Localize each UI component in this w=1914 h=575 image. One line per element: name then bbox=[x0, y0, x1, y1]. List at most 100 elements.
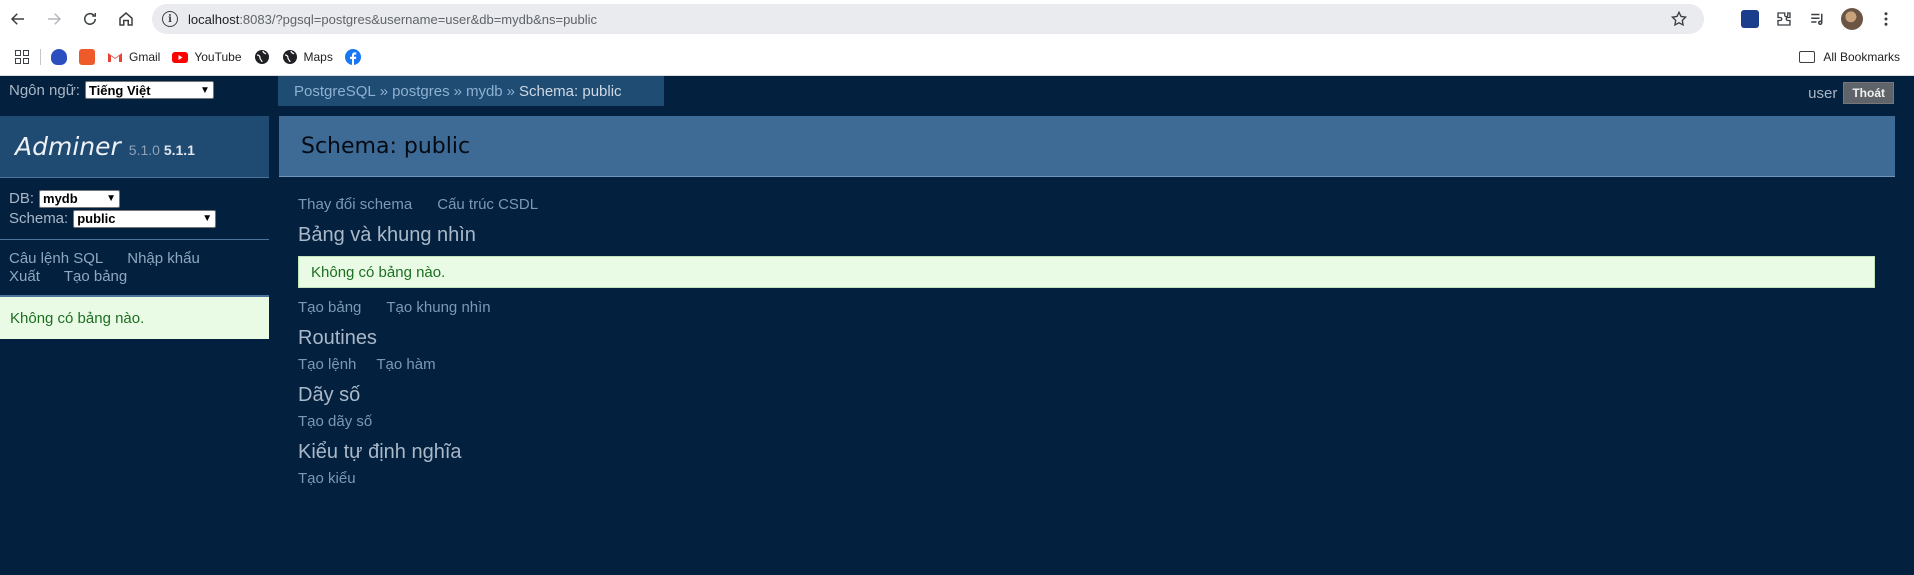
back-button[interactable] bbox=[0, 1, 36, 37]
create-view-link[interactable]: Tạo khung nhìn bbox=[386, 299, 490, 316]
no-tables-message: Không có bảng nào. bbox=[298, 256, 1875, 288]
bookmark-separator bbox=[40, 48, 41, 65]
routines-heading: Routines bbox=[298, 327, 377, 349]
routines-actions: Tạo lệnh Tạo hàm bbox=[298, 356, 1895, 373]
bookmark-globe[interactable] bbox=[248, 43, 276, 71]
create-sequence-link[interactable]: Tạo dãy số bbox=[298, 413, 372, 430]
bookmark-label: Gmail bbox=[129, 49, 161, 64]
breadcrumb-server[interactable]: postgres bbox=[392, 83, 450, 100]
youtube-icon bbox=[172, 51, 189, 63]
menu-button[interactable] bbox=[1872, 5, 1900, 33]
extensions-button[interactable] bbox=[1770, 5, 1798, 33]
chevron-down-icon: ▼ bbox=[200, 84, 210, 96]
sql-command-link[interactable]: Câu lệnh SQL bbox=[9, 250, 103, 267]
forward-button[interactable] bbox=[36, 1, 72, 37]
types-actions: Tạo kiểu bbox=[298, 470, 1895, 487]
adminer-page: Ngôn ngữ: Tiếng Việt ▼ PostgreSQL » post… bbox=[0, 76, 1914, 575]
db-value: mydb bbox=[43, 191, 78, 206]
breadcrumb-separator: » bbox=[379, 82, 389, 100]
sidebar-links: Câu lệnh SQL Nhập khẩu Xuất Tạo bảng bbox=[0, 240, 269, 297]
site-info-icon[interactable]: i bbox=[162, 11, 178, 27]
bookmark-facebook[interactable] bbox=[339, 43, 367, 71]
folder-icon bbox=[1799, 51, 1816, 63]
arrow-right-icon bbox=[48, 13, 62, 25]
create-table-link[interactable]: Tạo bảng bbox=[64, 268, 127, 285]
orange-shopping-icon bbox=[79, 48, 95, 65]
export-link[interactable]: Xuất bbox=[9, 268, 40, 285]
content-body: Thay đổi schema Cấu trúc CSDL Bảng và kh… bbox=[279, 196, 1895, 487]
breadcrumb-driver[interactable]: PostgreSQL bbox=[294, 83, 376, 100]
globe-icon bbox=[254, 49, 269, 64]
language-value: Tiếng Việt bbox=[88, 82, 151, 98]
version-current: 5.1.0 bbox=[128, 141, 160, 158]
sidebar-no-tables-message: Không có bảng nào. bbox=[0, 297, 269, 339]
breadcrumb: PostgreSQL » postgres » mydb » Schema: p… bbox=[278, 76, 664, 106]
reload-button[interactable] bbox=[72, 1, 108, 37]
version: 5.1.0 5.1.1 bbox=[129, 142, 195, 158]
profile-button[interactable] bbox=[1838, 5, 1866, 33]
sidebar: Adminer 5.1.0 5.1.1 DB: mydb ▼ Schema: p… bbox=[0, 116, 269, 339]
page-header: Schema: public bbox=[279, 116, 1895, 177]
kebab-menu-icon bbox=[1884, 12, 1888, 26]
apps-grid-icon bbox=[14, 49, 30, 65]
schema-actions: Thay đổi schema Cấu trúc CSDL bbox=[298, 196, 1895, 213]
bookmark-shop[interactable] bbox=[73, 43, 101, 71]
chevron-down-icon: ▼ bbox=[106, 193, 117, 204]
star-icon[interactable] bbox=[1670, 10, 1688, 28]
page-title: Schema: public bbox=[301, 133, 471, 159]
db-select[interactable]: mydb ▼ bbox=[39, 190, 121, 208]
db-structure-link[interactable]: Cấu trúc CSDL bbox=[437, 196, 538, 213]
schema-row: Schema: public ▼ bbox=[9, 209, 260, 229]
create-table-link[interactable]: Tạo bảng bbox=[298, 299, 361, 316]
puzzle-icon bbox=[1777, 12, 1791, 26]
main-content: Schema: public Thay đổi schema Cấu trúc … bbox=[279, 116, 1895, 487]
bookmark-gmail[interactable]: Gmail bbox=[101, 43, 166, 71]
extension-button[interactable] bbox=[1736, 5, 1764, 33]
globe-icon bbox=[282, 49, 297, 64]
import-link[interactable]: Nhập khẩu bbox=[127, 250, 200, 267]
db-schema-selector: DB: mydb ▼ Schema: public ▼ bbox=[0, 178, 269, 240]
sequences-heading: Dãy số bbox=[298, 384, 361, 406]
breadcrumb-separator: » bbox=[453, 82, 462, 100]
url-text[interactable]: localhost:8083/?pgsql=postgres&username=… bbox=[188, 12, 597, 27]
username: user bbox=[1808, 84, 1838, 102]
blue-extension-icon bbox=[51, 48, 67, 65]
bookmark-label: YouTube bbox=[194, 49, 242, 64]
address-bar[interactable]: i localhost:8083/?pgsql=postgres&usernam… bbox=[152, 4, 1704, 34]
reload-icon bbox=[84, 12, 96, 25]
tables-actions: Tạo bảng Tạo khung nhìn bbox=[298, 299, 1895, 316]
bookmark-maps[interactable]: Maps bbox=[276, 43, 339, 71]
create-function-link[interactable]: Tạo hàm bbox=[376, 356, 435, 373]
language-selector: Ngôn ngữ: Tiếng Việt ▼ bbox=[9, 81, 214, 99]
bookmark-extension[interactable] bbox=[45, 43, 73, 71]
create-type-link[interactable]: Tạo kiểu bbox=[298, 470, 356, 487]
schema-value: public bbox=[77, 211, 116, 226]
browser-toolbar: i localhost:8083/?pgsql=postgres&usernam… bbox=[0, 0, 1914, 38]
all-bookmarks-button[interactable]: All Bookmarks bbox=[1799, 43, 1900, 71]
logo-name[interactable]: Adminer bbox=[15, 132, 121, 161]
chevron-down-icon: ▼ bbox=[202, 213, 213, 224]
language-select[interactable]: Tiếng Việt ▼ bbox=[84, 81, 214, 99]
breadcrumb-database[interactable]: mydb bbox=[466, 83, 503, 100]
logout-button[interactable]: Thoát bbox=[1843, 82, 1894, 104]
playlist-icon bbox=[1811, 13, 1823, 25]
avatar bbox=[1841, 8, 1863, 30]
language-label: Ngôn ngữ: bbox=[9, 81, 80, 99]
home-button[interactable] bbox=[108, 1, 144, 37]
alter-schema-link[interactable]: Thay đổi schema bbox=[298, 196, 412, 213]
toolbar-right-icons bbox=[1736, 0, 1914, 38]
schema-select[interactable]: public ▼ bbox=[73, 210, 217, 228]
user-area: user Thoát bbox=[1808, 82, 1894, 104]
arrow-left-icon bbox=[10, 13, 24, 25]
apps-button[interactable] bbox=[8, 43, 36, 71]
bookmarks-bar: Gmail YouTube Maps All Bookmarks bbox=[0, 38, 1914, 76]
media-button[interactable] bbox=[1804, 5, 1832, 33]
sequences-actions: Tạo dãy số bbox=[298, 413, 1895, 430]
version-new[interactable]: 5.1.1 bbox=[164, 142, 195, 158]
extension-icon bbox=[1741, 10, 1759, 28]
tables-heading: Bảng và khung nhìn bbox=[298, 224, 476, 246]
bookmark-youtube[interactable]: YouTube bbox=[166, 43, 247, 71]
create-procedure-link[interactable]: Tạo lệnh bbox=[298, 356, 356, 373]
types-heading: Kiểu tự định nghĩa bbox=[298, 441, 462, 463]
breadcrumb-separator: » bbox=[506, 82, 515, 100]
